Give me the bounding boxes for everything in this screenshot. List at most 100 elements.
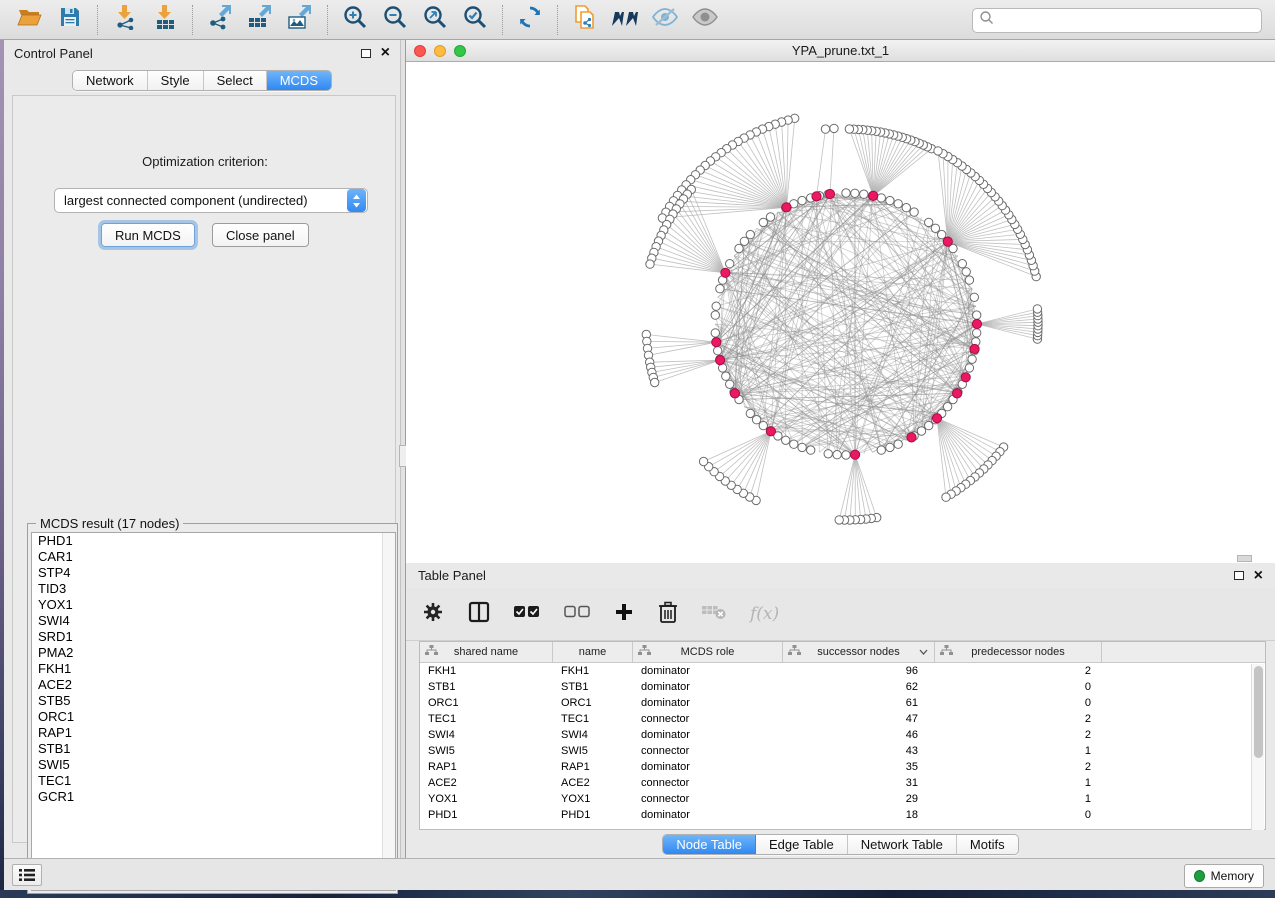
cell-shared-name[interactable]: YOX1 (420, 791, 553, 807)
mcds-node[interactable] (932, 414, 941, 423)
chevron-down-icon[interactable] (919, 646, 928, 658)
mcds-result-item[interactable]: PMA2 (32, 645, 395, 661)
cell-predecessor-nodes[interactable]: 0 (935, 807, 1102, 823)
mcds-result-item[interactable]: FKH1 (32, 661, 395, 677)
mcds-node[interactable] (961, 373, 970, 382)
search-box[interactable] (972, 8, 1262, 33)
mcds-result-item[interactable]: GCR1 (32, 789, 395, 805)
table-row[interactable]: FKH1FKH1dominator962 (420, 663, 1265, 679)
mcds-node[interactable] (869, 191, 878, 200)
add-column-button[interactable] (614, 602, 634, 627)
cell-predecessor-nodes[interactable]: 2 (935, 727, 1102, 743)
network-node[interactable] (970, 293, 978, 301)
cell-name[interactable]: PHD1 (553, 807, 633, 823)
leaf-node[interactable] (845, 125, 853, 133)
mcds-result-item[interactable]: CAR1 (32, 549, 395, 565)
run-mcds-button[interactable]: Run MCDS (101, 223, 195, 247)
show-all-button[interactable] (685, 4, 725, 36)
cell-shared-name[interactable]: TEC1 (420, 711, 553, 727)
tab-network[interactable]: Network (73, 71, 148, 90)
network-node[interactable] (711, 311, 719, 319)
mcds-node[interactable] (972, 319, 981, 328)
column-header-shared-name[interactable]: shared name (420, 642, 553, 662)
cell-name[interactable]: YOX1 (553, 791, 633, 807)
mcds-result-item[interactable]: ACE2 (32, 677, 395, 693)
table-tab-motifs[interactable]: Motifs (957, 835, 1018, 854)
cell-successor-nodes[interactable]: 61 (783, 695, 935, 711)
network-node[interactable] (711, 329, 719, 337)
network-node[interactable] (917, 427, 925, 435)
leaf-node[interactable] (646, 260, 654, 268)
mcds-result-item[interactable]: YOX1 (32, 597, 395, 613)
network-node[interactable] (925, 421, 933, 429)
network-node[interactable] (716, 285, 724, 293)
mcds-node[interactable] (907, 433, 916, 442)
export-network-button[interactable] (200, 4, 240, 36)
network-node[interactable] (824, 450, 832, 458)
cell-mcds-role[interactable]: connector (633, 711, 783, 727)
cell-shared-name[interactable]: FKH1 (420, 663, 553, 679)
network-node[interactable] (962, 268, 970, 276)
search-input[interactable] (995, 11, 1261, 31)
network-node[interactable] (973, 311, 981, 319)
cell-predecessor-nodes[interactable]: 2 (935, 663, 1102, 679)
network-node[interactable] (726, 260, 734, 268)
network-node[interactable] (712, 302, 720, 310)
network-node[interactable] (766, 213, 774, 221)
mcds-node[interactable] (716, 356, 725, 365)
mcds-node[interactable] (953, 389, 962, 398)
mcds-node[interactable] (943, 237, 952, 246)
table-row[interactable]: ORC1ORC1dominator610 (420, 695, 1265, 711)
mcds-node[interactable] (825, 189, 834, 198)
cell-name[interactable]: TEC1 (553, 711, 633, 727)
mcds-node[interactable] (766, 427, 775, 436)
cell-shared-name[interactable]: ORC1 (420, 695, 553, 711)
cell-predecessor-nodes[interactable]: 1 (935, 791, 1102, 807)
mcds-list-scrollbar[interactable] (382, 533, 395, 890)
cell-name[interactable]: SWI4 (553, 727, 633, 743)
cell-shared-name[interactable]: PHD1 (420, 807, 553, 823)
network-node[interactable] (877, 194, 885, 202)
leaf-node[interactable] (699, 457, 707, 465)
network-node[interactable] (968, 355, 976, 363)
cell-mcds-role[interactable]: dominator (633, 695, 783, 711)
mcds-result-list[interactable]: PHD1CAR1STP4TID3YOX1SWI4SRD1PMA2FKH1ACE2… (31, 532, 396, 891)
mcds-node[interactable] (782, 203, 791, 212)
table-tab-node-table[interactable]: Node Table (663, 835, 756, 854)
network-node[interactable] (894, 200, 902, 208)
cell-name[interactable]: ORC1 (553, 695, 633, 711)
network-node[interactable] (746, 409, 754, 417)
network-node[interactable] (851, 189, 859, 197)
network-node[interactable] (877, 446, 885, 454)
optimization-criterion-dropdown[interactable]: largest connected component (undirected) (54, 188, 368, 213)
cell-predecessor-nodes[interactable]: 1 (935, 743, 1102, 759)
cell-mcds-role[interactable]: dominator (633, 759, 783, 775)
zoom-selected-button[interactable] (455, 4, 495, 36)
cell-name[interactable]: STB1 (553, 679, 633, 695)
cell-name[interactable]: SWI5 (553, 743, 633, 759)
network-node[interactable] (886, 196, 894, 204)
column-header-name[interactable]: name (553, 642, 633, 662)
cell-mcds-role[interactable]: dominator (633, 727, 783, 743)
deselect-all-button[interactable] (564, 605, 590, 624)
network-node[interactable] (943, 403, 951, 411)
mcds-result-item[interactable]: PHD1 (32, 533, 395, 549)
leaf-node[interactable] (821, 125, 829, 133)
network-node[interactable] (833, 451, 841, 459)
network-node[interactable] (752, 416, 760, 424)
import-network-button[interactable] (105, 4, 145, 36)
cell-mcds-role[interactable]: connector (633, 743, 783, 759)
settings-gear-button[interactable] (422, 601, 444, 628)
network-node[interactable] (759, 421, 767, 429)
table-row[interactable]: SWI5SWI5connector431 (420, 743, 1265, 759)
mcds-result-item[interactable]: SRD1 (32, 629, 395, 645)
network-node[interactable] (722, 372, 730, 380)
network-node[interactable] (842, 189, 850, 197)
network-node[interactable] (965, 364, 973, 372)
table-row[interactable]: TEC1TEC1connector472 (420, 711, 1265, 727)
select-all-button[interactable] (514, 605, 540, 624)
mcds-node[interactable] (730, 389, 739, 398)
cell-shared-name[interactable]: ACE2 (420, 775, 553, 791)
cell-successor-nodes[interactable]: 29 (783, 791, 935, 807)
cell-successor-nodes[interactable]: 47 (783, 711, 935, 727)
